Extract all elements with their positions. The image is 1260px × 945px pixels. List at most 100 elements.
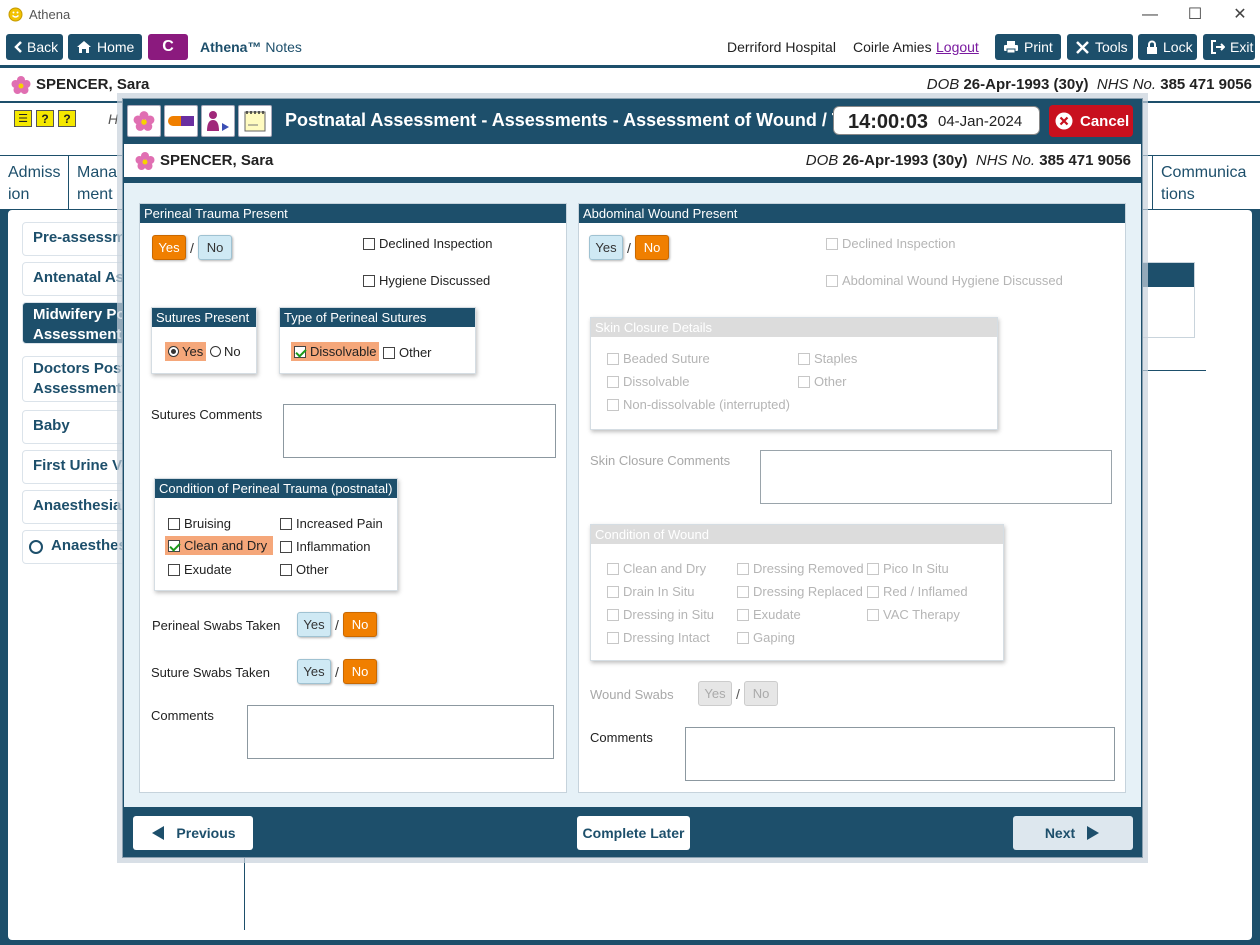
dialog-title: Postnatal Assessment - Assessments - Ass… (285, 110, 896, 130)
abd-dissolvable-checkbox[interactable]: Dissolvable (607, 374, 689, 389)
beaded-suture-checkbox[interactable]: Beaded Suture (607, 351, 710, 366)
skin-other-checkbox[interactable]: Other (798, 374, 847, 389)
dob-label: DOB (926, 76, 960, 93)
inflammation-checkbox[interactable]: Inflammation (280, 539, 370, 554)
radio-circle-icon (29, 540, 43, 554)
perineal-comments-input[interactable] (247, 705, 554, 759)
abdominal-no-button[interactable]: No (635, 235, 669, 260)
help-question2-icon[interactable]: ? (58, 110, 76, 127)
abd-declined-checkbox[interactable]: Declined Inspection (826, 236, 955, 251)
dialog-nhs-value: 385 471 9056 (1039, 152, 1131, 169)
staples-checkbox[interactable]: Staples (798, 351, 857, 366)
suture-swabs-no-button[interactable]: No (343, 659, 377, 684)
hospital-name: Derriford Hospital (727, 39, 836, 55)
bruising-checkbox[interactable]: Bruising (168, 516, 231, 531)
flower-icon (133, 111, 155, 131)
c-badge-label: C (162, 38, 174, 55)
abdominal-slash: / (627, 240, 631, 256)
perineal-condition-header: Condition of Perineal Trauma (postnatal) (155, 479, 397, 498)
lock-button[interactable]: Lock (1138, 34, 1197, 60)
sutures-present-header: Sutures Present (152, 308, 256, 327)
wound-swabs-yes-button[interactable]: Yes (698, 681, 732, 706)
clean-dry-checkbox[interactable]: Clean and Dry (165, 536, 273, 555)
abdominal-yes-button[interactable]: Yes (589, 235, 623, 260)
next-button[interactable]: Next (1013, 816, 1133, 850)
abd-hygiene-checkbox[interactable]: Abdominal Wound Hygiene Discussed (826, 273, 1063, 288)
suture-other-checkbox[interactable]: Other (383, 345, 432, 360)
dressing-removed-checkbox[interactable]: Dressing Removed (737, 561, 864, 576)
perineal-yes-button[interactable]: Yes (152, 235, 186, 260)
minimize-icon[interactable]: — (1140, 6, 1160, 24)
cancel-x-icon (1055, 112, 1073, 130)
dressing-replaced-label: Dressing Replaced (753, 584, 863, 599)
notes-tool-button[interactable] (238, 105, 272, 137)
print-button[interactable]: Print (995, 34, 1061, 60)
red-inflamed-checkbox[interactable]: Red / Inflamed (867, 584, 968, 599)
dressing-situ-checkbox[interactable]: Dressing in Situ (607, 607, 714, 622)
hygiene-discussed-label: Hygiene Discussed (379, 273, 491, 288)
sutures-comments-input[interactable] (283, 404, 556, 458)
perineal-comments-label: Comments (151, 708, 214, 723)
condition-other-checkbox[interactable]: Other (280, 562, 329, 577)
exit-button[interactable]: Exit (1203, 34, 1255, 60)
flower-icon (11, 76, 31, 94)
bruising-label: Bruising (184, 516, 231, 531)
printer-icon (1004, 41, 1018, 54)
tab-admission[interactable]: Admiss ion (0, 156, 69, 209)
tab-management[interactable]: Mana ment (69, 156, 129, 209)
dressing-intact-checkbox[interactable]: Dressing Intact (607, 630, 710, 645)
tab-communications[interactable]: Communica tions (1152, 156, 1260, 209)
close-window-icon[interactable]: ✕ (1230, 6, 1250, 24)
skin-comments-input[interactable] (760, 450, 1112, 504)
suture-swabs-yes-button[interactable]: Yes (297, 659, 331, 684)
medication-tool-button[interactable] (164, 105, 198, 137)
lock-icon (1147, 40, 1157, 54)
dissolvable-checkbox[interactable]: Dissolvable (291, 342, 380, 361)
exudate-checkbox[interactable]: Exudate (168, 562, 232, 577)
drain-checkbox[interactable]: Drain In Situ (607, 584, 695, 599)
hygiene-discussed-checkbox[interactable]: Hygiene Discussed (363, 273, 490, 288)
sutures-no-radio[interactable]: No (210, 344, 241, 359)
perineal-no-button[interactable]: No (198, 235, 232, 260)
complete-later-label: Complete Later (582, 825, 685, 841)
app-suffix: Notes (265, 39, 302, 55)
help-list-icon[interactable]: ☰ (14, 110, 32, 127)
dressing-replaced-checkbox[interactable]: Dressing Replaced (737, 584, 863, 599)
condition-other-label: Other (296, 562, 329, 577)
abd-hygiene-label: Abdominal Wound Hygiene Discussed (842, 273, 1063, 288)
vac-checkbox[interactable]: VAC Therapy (867, 607, 960, 622)
declined-inspection-checkbox[interactable]: Declined Inspection (363, 236, 492, 251)
sutures-yes-radio[interactable]: Yes (165, 342, 207, 361)
perineal-swabs-yes-button[interactable]: Yes (297, 612, 331, 637)
person-tool-button[interactable] (201, 105, 235, 137)
patient-name: SPENCER, Sara (36, 76, 150, 93)
maximize-icon[interactable]: ☐ (1185, 6, 1205, 24)
wound-exudate-checkbox[interactable]: Exudate (737, 607, 801, 622)
flower-tool-button[interactable] (127, 105, 161, 137)
wound-clean-dry-checkbox[interactable]: Clean and Dry (607, 561, 706, 576)
sutures-no-label: No (224, 344, 241, 359)
non-dissolvable-checkbox[interactable]: Non-dissolvable (interrupted) (607, 397, 790, 412)
help-question-icon[interactable]: ? (36, 110, 54, 127)
skin-comments-label: Skin Closure Comments (590, 453, 731, 468)
perineal-swabs-no-button[interactable]: No (343, 612, 377, 637)
increased-pain-checkbox[interactable]: Increased Pain (280, 516, 383, 531)
gaping-checkbox[interactable]: Gaping (737, 630, 795, 645)
logout-link[interactable]: Logout (936, 39, 979, 55)
complete-later-button[interactable]: Complete Later (577, 816, 690, 850)
pico-checkbox[interactable]: Pico In Situ (867, 561, 949, 576)
previous-button[interactable]: Previous (133, 816, 253, 850)
skin-closure-header: Skin Closure Details (591, 318, 997, 337)
wound-swabs-no-button[interactable]: No (744, 681, 778, 706)
home-button[interactable]: Home (68, 34, 142, 60)
dob-value: 26-Apr-1993 (30y) (963, 76, 1089, 93)
cancel-button[interactable]: Cancel (1049, 105, 1133, 137)
dialog-dob-value: 26-Apr-1993 (30y) (842, 152, 968, 169)
tools-icon (1076, 40, 1089, 54)
c-badge-button[interactable]: C (148, 34, 188, 60)
back-button[interactable]: Back (6, 34, 63, 60)
datetime-display[interactable]: 14:00:03 04-Jan-2024 (833, 106, 1040, 135)
abdominal-comments-input[interactable] (685, 727, 1115, 781)
tools-button[interactable]: Tools (1067, 34, 1133, 60)
clean-dry-label: Clean and Dry (184, 538, 268, 553)
